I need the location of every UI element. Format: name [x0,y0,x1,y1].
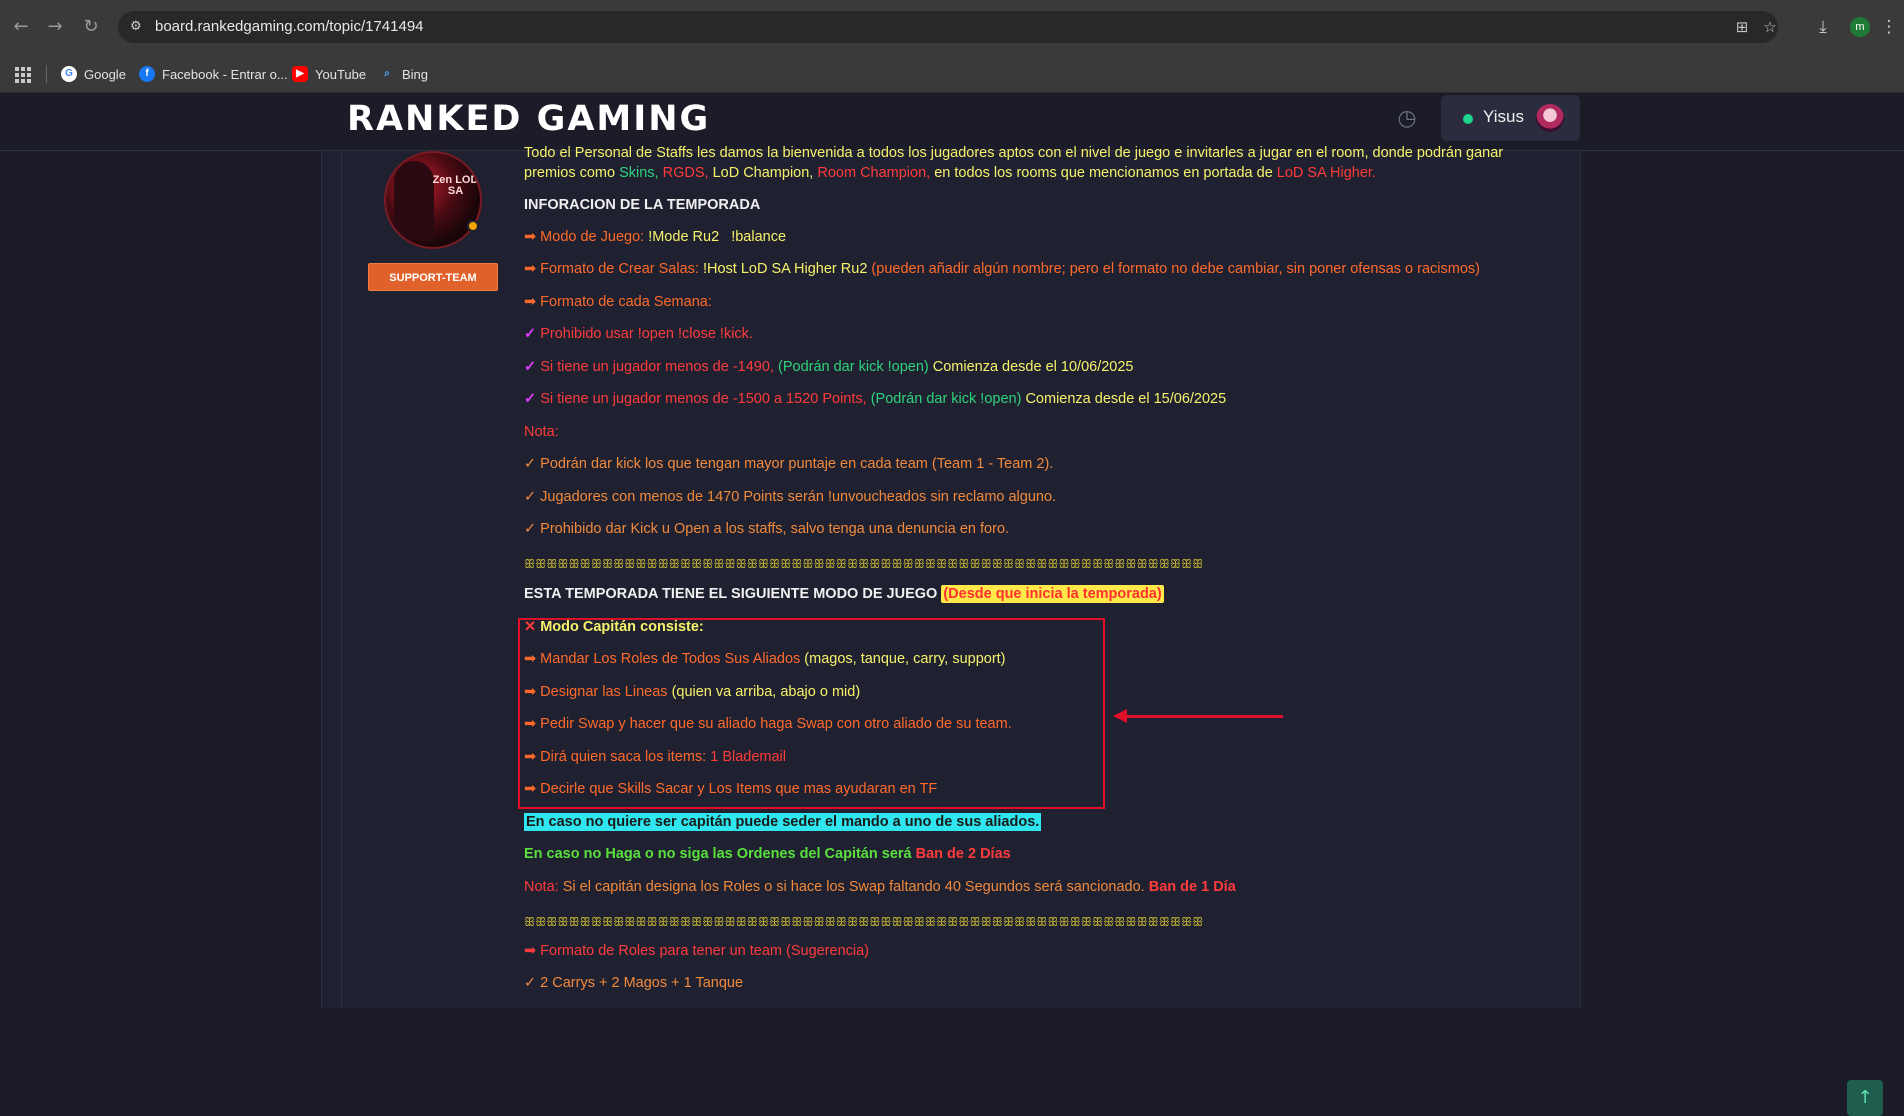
rule-1: ✓ Prohibido usar !open !close !kick. [524,326,753,342]
formato-value: !Host LoD SA Higher Ru2 [702,261,868,277]
facebook-icon: f [139,66,155,82]
formato-label: ➡ Formato de Crear Salas: [524,261,699,277]
nota-2: ✓ Jugadores con menos de 1470 Points ser… [524,489,1057,505]
arrow-line [1120,715,1283,718]
site-settings-icon[interactable]: ⚙ [130,19,146,35]
reload-icon[interactable]: ↻ [78,14,104,40]
translate-icon[interactable]: ⊞ [1732,17,1752,37]
rule-1-text: Prohibido usar !open !close !kick. [540,326,753,342]
ban-2-value: Ban de 2 Días [915,846,1011,862]
intro-lod-sa: LoD SA Higher. [1276,165,1376,181]
rule-2-text: Si tiene un jugador menos de -1490, [540,359,774,375]
roles-title: ➡ Formato de Roles para tener un team (S… [524,943,870,959]
divider-1: ꕥꕥꕥꕥꕥꕥꕥꕥꕥꕥꕥꕥꕥꕥꕥꕥꕥꕥꕥꕥꕥꕥꕥꕥꕥꕥꕥꕥꕥꕥꕥꕥꕥꕥꕥꕥꕥꕥꕥꕥ… [524,557,1204,571]
bing-icon: ⌕ [384,68,390,79]
intro-lod-champion: LoD Champion, [712,165,814,181]
rule-3-date: Comienza desde el 15/06/2025 [1025,391,1227,407]
rule-2-note: (Podrán dar kick !open) [778,359,929,375]
intro-line-2: premios como Skins, RGDS, LoD Champion, … [524,165,1376,181]
rule-2-date: Comienza desde el 10/06/2025 [932,359,1134,375]
intro-line-1: Todo el Personal de Staffs les damos la … [524,145,1504,161]
youtube-icon: ▶ [292,66,308,82]
intro-skins: Skins, [619,165,659,181]
menu-kebab-icon[interactable]: ⋮ [1876,14,1902,40]
ban-2-line: En caso no Haga o no siga las Ordenes de… [524,846,1011,862]
download-icon[interactable]: ⤓ [1810,14,1836,40]
check-icon: ✓ [524,326,537,342]
author-avatar[interactable]: Zen LOD SA [384,151,482,249]
bookmark-label: Google [84,66,126,82]
browser-toolbar: ← → ↻ ⚙ board.rankedgaming.com/topic/174… [0,0,1904,55]
bookmark-separator [46,65,47,83]
cyan-line: En caso no quiere ser capitán puede sede… [524,813,1042,831]
check-icon: ✓ [524,359,537,375]
info-title: INFORACION DE LA TEMPORADA [524,197,761,213]
avatar-figure [394,161,434,241]
semana-label: ➡ Formato de cada Semana: [524,294,712,310]
user-avatar [1536,104,1564,132]
google-icon: G [61,66,77,82]
bookmark-label: Bing [402,66,429,82]
temporada-title: ESTA TEMPORADA TIENE EL SIGUIENTE MODO D… [524,586,938,602]
bookmark-bing[interactable]: ⌕ Bing [379,65,428,83]
modo-label: ➡ Modo de Juego: [524,229,645,245]
rule-3-note: (Podrán dar kick !open) [870,391,1022,407]
profile-avatar[interactable]: m [1850,17,1870,37]
formato-line: ➡ Formato de Crear Salas: !Host LoD SA H… [524,261,1480,277]
divider-2: ꕥꕥꕥꕥꕥꕥꕥꕥꕥꕥꕥꕥꕥꕥꕥꕥꕥꕥꕥꕥꕥꕥꕥꕥꕥꕥꕥꕥꕥꕥꕥꕥꕥꕥꕥꕥꕥꕥꕥꕥ… [524,915,1204,929]
author-status-dot [467,220,479,232]
nota-2-label: Nota: [524,879,559,895]
site-logo[interactable]: RANKED GAMING [347,99,710,139]
modo-line: ➡ Modo de Juego: !Mode Ru2 !balance [524,229,786,245]
scroll-to-top-icon[interactable]: ↑ [1847,1080,1883,1116]
intro-text-2: en todos los rooms que mencionamos en po… [934,165,1273,181]
support-team-badge[interactable]: SUPPORT-TEAM [368,263,498,291]
nota-3: ✓ Prohibido dar Kick u Open a los staffs… [524,521,1010,537]
rule-3-text: Si tiene un jugador menos de -1500 a 152… [540,391,867,407]
url-text[interactable]: board.rankedgaming.com/topic/1741494 [155,18,424,35]
rule-3: ✓ Si tiene un jugador menos de -1500 a 1… [524,391,1226,407]
history-icon[interactable]: ◷ [1394,106,1420,132]
formato-note: (pueden añadir algún nombre; pero el for… [871,261,1480,277]
page-body: Zen LOD SA SUPPORT-TEAM Todo el Personal… [0,145,1904,1116]
nota-2-line: Nota: Si el capitán designa los Roles o … [524,879,1236,895]
apps-grid-icon[interactable] [15,67,31,83]
site-header: RANKED GAMING ◷ Yisus [0,93,1904,151]
bookmarks-bar: G Google f Facebook - Entrar o... ▶ YouT… [0,55,1904,93]
roles-1: ✓ 2 Carrys + 2 Magos + 1 Tanque [524,975,744,991]
nota-2-text: Si el capitán designa los Roles o si hac… [562,879,1145,895]
nota-1: ✓ Podrán dar kick los que tengan mayor p… [524,456,1054,472]
back-icon[interactable]: ← [8,14,34,40]
highlight-box [518,618,1105,809]
intro-rgds: RGDS, [662,165,709,181]
bookmark-label: Facebook - Entrar o... [162,66,288,82]
avatar-text: Zen LOD SA [432,174,479,197]
nota-label: Nota: [524,424,559,440]
modo-value: !Mode Ru2 !balance [648,229,787,245]
ban-1-value: Ban de 1 Día [1148,879,1236,895]
temporada-line: ESTA TEMPORADA TIENE EL SIGUIENTE MODO D… [524,585,1164,603]
bookmark-star-icon[interactable]: ☆ [1760,17,1780,37]
temporada-highlight: (Desde que inicia la temporada) [941,585,1164,603]
cyan-highlight: En caso no quiere ser capitán puede sede… [524,813,1042,831]
user-menu[interactable]: Yisus [1441,95,1580,141]
check-icon: ✓ [524,391,537,407]
intro-text: premios como [524,165,616,181]
bookmark-google[interactable]: G Google [61,65,126,83]
online-status-icon [1463,114,1473,124]
address-bar[interactable]: ⚙ board.rankedgaming.com/topic/1741494 ⊞… [118,11,1778,43]
intro-room-champion: Room Champion, [817,165,931,181]
ban-2-text: En caso no Haga o no siga las Ordenes de… [524,846,912,862]
bookmark-label: YouTube [315,66,367,82]
bookmark-youtube[interactable]: ▶ YouTube [292,65,366,83]
forward-icon[interactable]: → [42,14,68,40]
bookmark-facebook[interactable]: f Facebook - Entrar o... [139,65,288,83]
user-name: Yisus [1483,107,1524,126]
rule-2: ✓ Si tiene un jugador menos de -1490, (P… [524,359,1133,375]
